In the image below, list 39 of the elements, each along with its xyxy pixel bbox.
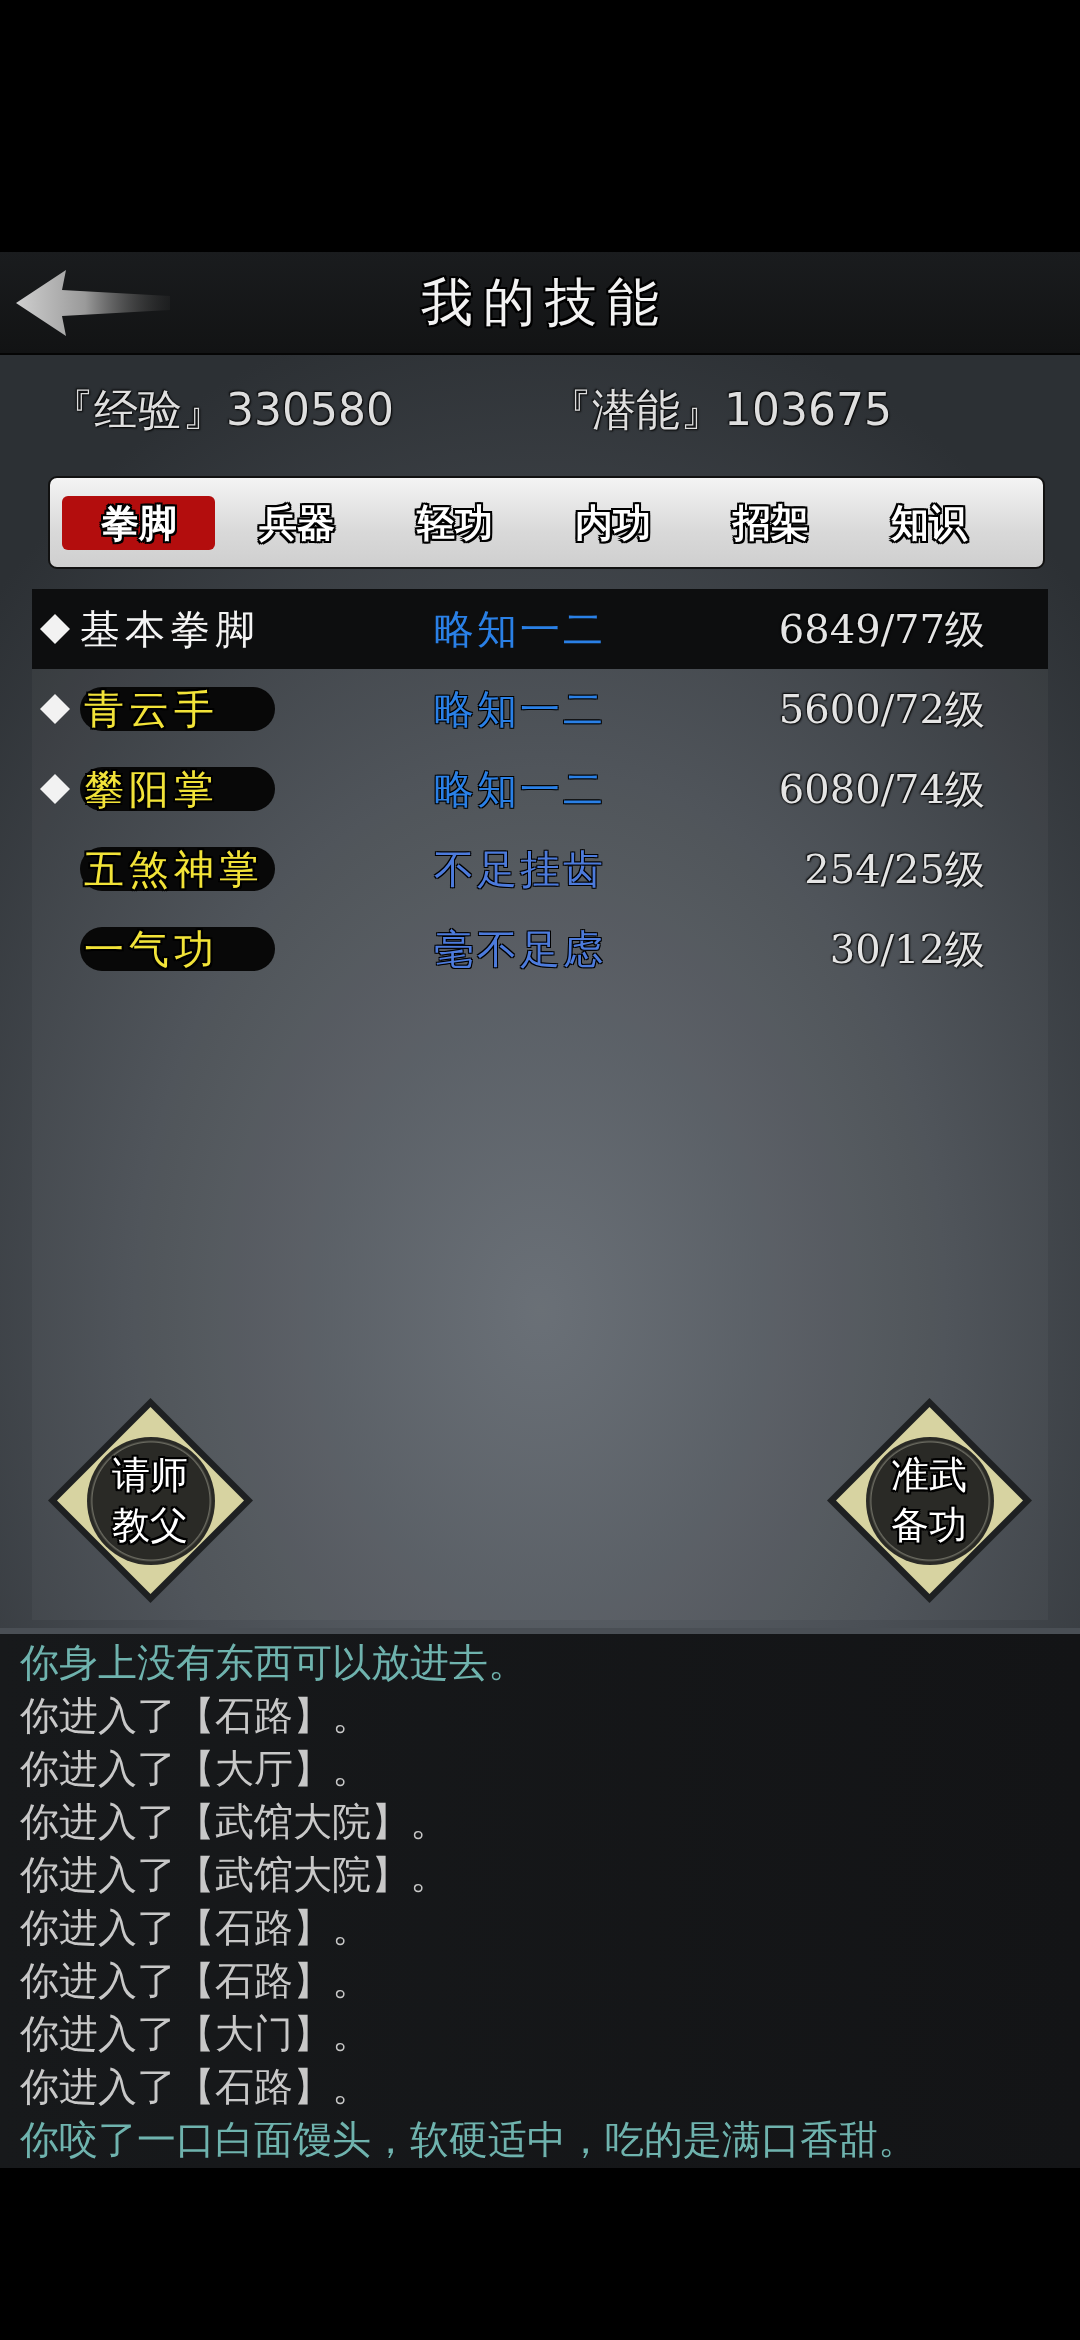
skill-rank: 不足挂齿 bbox=[434, 845, 607, 893]
log-line: 你进入了【石路】。 bbox=[20, 2063, 372, 2111]
skill-rank: 略知一二 bbox=[434, 765, 607, 813]
skill-rank: 略知一二 bbox=[434, 685, 607, 733]
skill-row[interactable]: 青云手 略知一二 5600/72级 bbox=[32, 669, 1048, 749]
skill-row[interactable]: 五煞神掌 不足挂齿 254/25级 bbox=[32, 829, 1048, 909]
stat-label: 『经验』 bbox=[50, 383, 226, 435]
log-line: 你进入了【武馆大院】。 bbox=[20, 1851, 450, 1899]
skill-row[interactable]: 攀阳掌 略知一二 6080/74级 bbox=[32, 749, 1048, 829]
skill-rank: 略知一二 bbox=[434, 605, 607, 653]
log-line: 你进入了【石路】。 bbox=[20, 1904, 372, 1952]
skill-name: 青云手 bbox=[80, 687, 275, 731]
skill-level: 6080/74级 bbox=[777, 765, 985, 813]
skill-level: 30/12级 bbox=[828, 925, 985, 973]
log-line: 你进入了【大厅】。 bbox=[20, 1745, 372, 1793]
log-line: 你咬了一口白面馒头，软硬适中，吃的是满口香甜。 bbox=[20, 2116, 918, 2164]
stat-value: 330580 bbox=[226, 383, 394, 435]
action-button[interactable]: 请师教父 bbox=[48, 1398, 253, 1603]
stat-label: 『潜能』 bbox=[548, 383, 724, 435]
stat-value: 103675 bbox=[724, 383, 892, 435]
log-line: 你进入了【武馆大院】。 bbox=[20, 1798, 450, 1846]
log-line: 你身上没有东西可以放进去。 bbox=[20, 1639, 528, 1687]
skill-level: 5600/72级 bbox=[777, 685, 985, 733]
skill-name: 一气功 bbox=[80, 927, 275, 971]
skill-name: 攀阳掌 bbox=[80, 767, 275, 811]
log-line: 你进入了【石路】。 bbox=[20, 1692, 372, 1740]
skill-name: 五煞神掌 bbox=[80, 847, 275, 891]
skill-row[interactable]: 一气功 毫不足虑 30/12级 bbox=[32, 909, 1048, 989]
skill-level: 254/25级 bbox=[803, 845, 985, 893]
skill-rank: 毫不足虑 bbox=[434, 925, 607, 973]
skill-name: 基本拳脚 bbox=[80, 607, 260, 651]
page-title: 我的技能 bbox=[420, 271, 669, 334]
log-line: 你进入了【石路】。 bbox=[20, 1957, 372, 2005]
action-button[interactable]: 准武备功 bbox=[827, 1398, 1032, 1603]
log-line: 你进入了【大门】。 bbox=[20, 2010, 372, 2058]
tab[interactable]: 拳脚 bbox=[62, 495, 215, 550]
skill-level: 6849/77级 bbox=[777, 605, 985, 653]
skill-row[interactable]: 基本拳脚 略知一二 6849/77级 bbox=[32, 589, 1048, 669]
back-button[interactable] bbox=[14, 267, 170, 338]
